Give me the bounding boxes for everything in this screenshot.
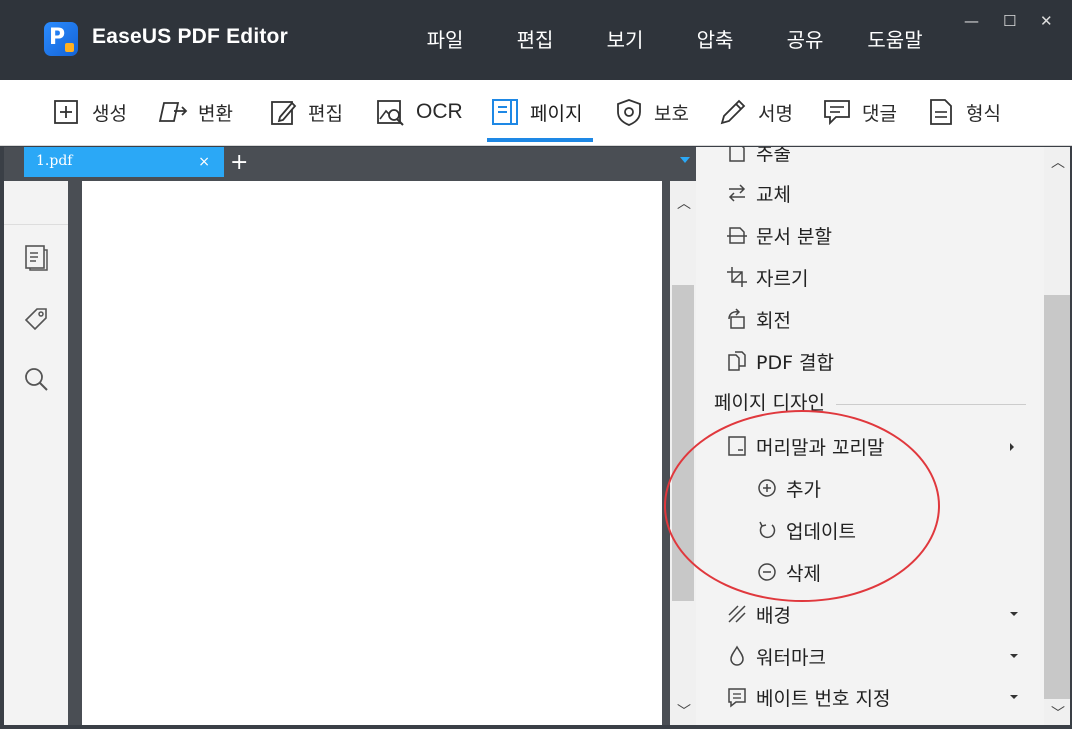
rotate-item[interactable]: 회전 [726, 304, 791, 334]
replace-icon [728, 184, 746, 202]
watermark-item[interactable]: 워터마크 [726, 641, 826, 671]
menu-edit[interactable]: 편집 [490, 24, 580, 53]
split-document-item[interactable]: 문서 분할 [726, 220, 832, 250]
shield-icon [617, 99, 641, 126]
panel-divider [4, 224, 68, 225]
close-button[interactable]: ✕ [1040, 12, 1053, 30]
edit-icon [271, 101, 297, 125]
app-logo: P [44, 22, 78, 56]
maximize-button[interactable]: ☐ [1003, 12, 1016, 30]
menu-compress[interactable]: 압축 [670, 24, 760, 53]
rotate-icon [728, 308, 745, 329]
tab-list-dropdown-icon[interactable] [680, 157, 690, 163]
menu-help[interactable]: 도움말 [850, 24, 940, 53]
extract-icon [729, 147, 745, 162]
window-bottom-edge [0, 725, 1072, 729]
page-icon [492, 99, 518, 125]
section-divider [836, 404, 1026, 405]
tool-sign[interactable]: 서명 [718, 96, 793, 128]
document-tab-bar: 1.pdf × + [4, 147, 696, 181]
tool-edit[interactable]: 편집 [268, 96, 343, 128]
tool-convert[interactable]: 변환 [158, 96, 233, 128]
active-tool-indicator [487, 138, 593, 142]
ribbon-toolbar: 생성 변환 편집 OCR 페이지 보호 서명 댓글 형식 [0, 80, 1072, 146]
red-highlight-circle [664, 410, 940, 602]
sign-icon [720, 99, 746, 125]
menu-view[interactable]: 보기 [580, 24, 670, 53]
minimize-button[interactable]: — [964, 12, 979, 30]
bates-icon [728, 688, 746, 708]
tool-form[interactable]: 형식 [926, 96, 1001, 128]
scroll-down-icon[interactable]: ﹀ [1051, 703, 1065, 723]
close-tab-icon[interactable]: × [198, 154, 210, 170]
bookmark-tag-icon[interactable] [22, 305, 50, 333]
tool-create[interactable]: 생성 [52, 96, 127, 128]
tool-protect[interactable]: 보호 [614, 96, 689, 128]
thumbnails-icon[interactable] [22, 243, 50, 271]
search-icon[interactable] [22, 365, 50, 393]
add-tab-button[interactable]: + [230, 150, 248, 175]
main-menu: 파일 편집 보기 압축 공유 도움말 [400, 24, 940, 53]
title-bar: P EaseUS PDF Editor 파일 편집 보기 압축 공유 도움말 —… [0, 0, 1072, 80]
document-viewport [68, 181, 696, 725]
scroll-up-icon[interactable]: ︿ [677, 193, 691, 213]
panel-scrollbar[interactable]: ︿ ﹀ [1044, 147, 1070, 725]
scroll-down-icon[interactable]: ﹀ [677, 701, 691, 721]
create-icon [54, 100, 78, 124]
menu-share[interactable]: 공유 [760, 24, 850, 53]
tool-page[interactable]: 페이지 [490, 96, 582, 128]
tab-1-pdf[interactable]: 1.pdf × [24, 147, 224, 177]
watermark-icon [730, 645, 744, 666]
tool-comment[interactable]: 댓글 [822, 96, 897, 128]
app-title: EaseUS PDF Editor [92, 25, 288, 48]
merge-icon [728, 351, 746, 371]
ocr-icon [377, 100, 404, 126]
extract-item[interactable]: 추출 [726, 147, 791, 167]
tool-ocr[interactable]: OCR [376, 96, 463, 128]
comment-icon [824, 100, 850, 126]
submenu-arrow-icon [1010, 443, 1014, 451]
background-icon [728, 605, 746, 623]
bates-numbering-item[interactable]: 베이트 번호 지정 [726, 682, 890, 712]
pdf-page[interactable] [82, 181, 662, 725]
form-icon [930, 99, 952, 125]
left-side-panel [4, 181, 68, 725]
dropdown-arrow-icon[interactable] [1010, 695, 1018, 699]
scrollbar-thumb[interactable] [1044, 295, 1070, 699]
dropdown-arrow-icon[interactable] [1010, 654, 1018, 658]
menu-file[interactable]: 파일 [400, 24, 490, 53]
split-icon [727, 227, 747, 244]
background-item[interactable]: 배경 [726, 599, 791, 629]
crop-icon [727, 267, 747, 287]
convert-icon [158, 102, 188, 122]
crop-item[interactable]: 자르기 [726, 262, 808, 292]
scroll-up-icon[interactable]: ︿ [1051, 152, 1065, 172]
dropdown-arrow-icon[interactable] [1010, 612, 1018, 616]
replace-item[interactable]: 교체 [726, 178, 791, 208]
merge-pdf-item[interactable]: PDF 결합 [726, 346, 834, 376]
